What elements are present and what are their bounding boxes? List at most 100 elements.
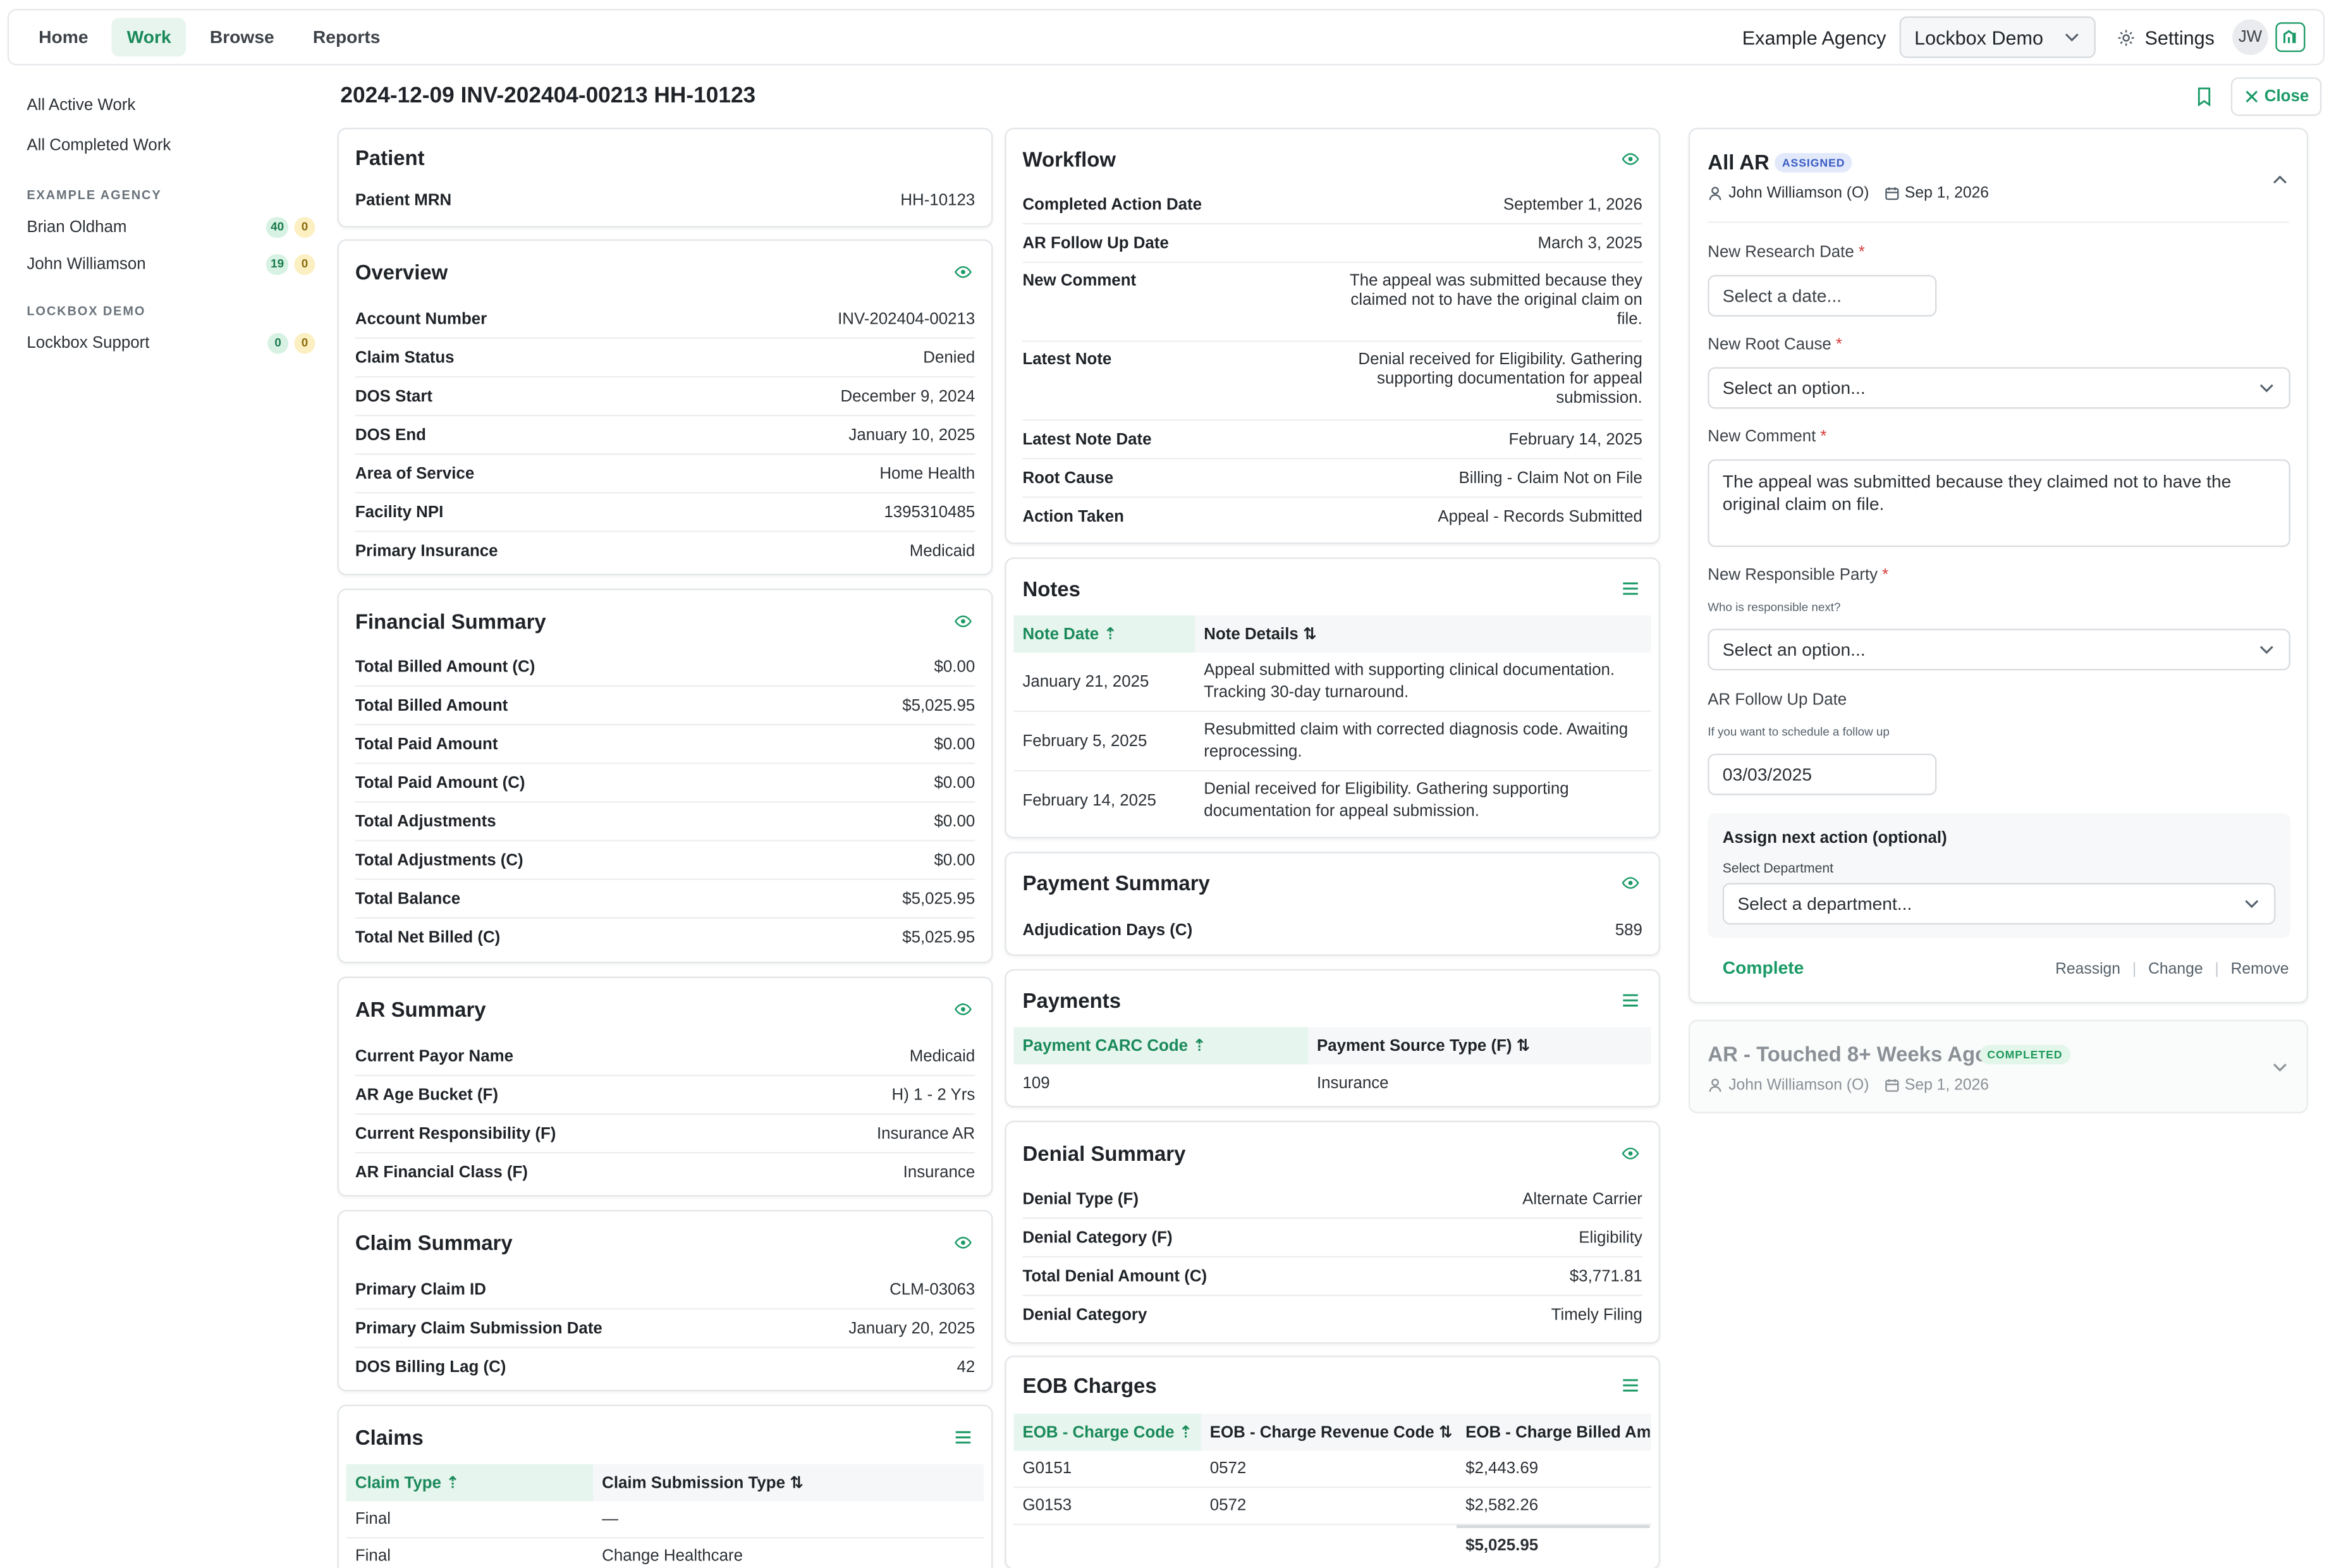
table-row[interactable]: January 21, 2025 Appeal submitted with s… [1013,652,1651,713]
field-value: Insurance [903,1163,975,1182]
eye-icon[interactable] [954,1235,972,1251]
field-value: Appeal - Records Submitted [1438,508,1642,527]
close-button[interactable]: Close [2230,77,2322,116]
nav-tab-home[interactable]: Home [24,18,103,56]
field-label: Total Adjustments [355,812,496,831]
eye-icon[interactable] [1622,1146,1639,1161]
sort-asc-icon: ⇡ [1103,625,1118,644]
field-row: DOS Start December 9, 2024 [355,377,975,417]
table-row[interactable]: G0151 0572 $2,443.69 [1013,1451,1651,1488]
root-cause-select[interactable]: Select an option... [1708,367,2290,409]
org-select[interactable]: Lockbox Demo [1899,16,2096,58]
field-value: The appeal was submitted because they cl… [1349,272,1642,329]
table-row[interactable]: 109 Insurance [1013,1064,1651,1101]
column-header-charge-code[interactable]: EOB - Charge Code ⇡ [1013,1413,1201,1451]
nav-tab-browse[interactable]: Browse [195,18,289,56]
change-link[interactable]: Change [2148,960,2203,978]
user-avatar[interactable]: JW [2232,19,2268,55]
table-row[interactable]: February 14, 2025 Denial received for El… [1013,771,1651,831]
settings-button[interactable]: Settings [2117,26,2215,48]
nav-tab-reports[interactable]: Reports [298,18,395,56]
field-row: Adjudication Days (C) 589 [1022,911,1642,950]
app-badge-icon [2283,30,2296,44]
column-header-label: Claim Submission Type [602,1474,785,1492]
claims-card: Claims Claim Type ⇡ Claim Submission Typ… [337,1404,993,1568]
column-header-note-date[interactable]: Note Date ⇡ [1013,615,1195,653]
field-value: $0.00 [934,850,975,869]
chevron-down-icon[interactable] [2271,1058,2289,1076]
column-header-label: Claim Type [355,1474,441,1492]
work-queue-title: All AR [1708,150,1770,175]
active-count-badge: 40 [266,216,289,237]
field-value: INV-202404-00213 [838,310,975,328]
field-value: September 1, 2026 [1503,195,1642,214]
list-icon[interactable] [1622,993,1639,1008]
sidebar-item-john-williamson[interactable]: John Williamson 19 0 [0,245,327,283]
field-row: Total Billed Amount (C) $0.00 [355,648,975,687]
department-select[interactable]: Select a department... [1722,883,2276,925]
field-value: HH-10123 [900,192,975,210]
column-header-note-details[interactable]: Note Details ⇅ [1195,615,1649,652]
divider [1708,221,2289,223]
responsible-party-select[interactable]: Select an option... [1708,628,2290,671]
list-icon[interactable] [1622,581,1639,596]
table-cell: Appeal submitted with supporting clinica… [1204,661,1615,701]
card-title: Patient [355,145,425,170]
column-header-charge-billed-amount[interactable]: EOB - Charge Billed Amc [1457,1414,1650,1451]
eye-icon[interactable] [954,264,972,279]
table-cell: January 21, 2025 [1022,672,1149,691]
sort-icon: ⇅ [790,1474,804,1493]
sidebar-item-lockbox-support[interactable]: Lockbox Support 0 0 [0,324,327,362]
table-header: Note Date ⇡ Note Details ⇅ [1013,615,1651,653]
list-icon[interactable] [1622,1378,1639,1393]
remove-link[interactable]: Remove [2231,960,2289,978]
eye-icon[interactable] [1622,876,1639,891]
research-date-input[interactable]: Select a date... [1708,274,1937,317]
table-row[interactable]: Final — [346,1502,984,1539]
table-cell: Denial received for Eligibility. Gatheri… [1204,780,1569,821]
field-value: Medicaid [909,542,975,561]
sidebar-item-brian-oldham[interactable]: Brian Oldham 40 0 [0,208,327,245]
table-cell: Resubmitted claim with corrected diagnos… [1204,720,1629,761]
eye-icon[interactable] [954,1002,972,1017]
complete-button[interactable]: Complete [1723,957,1804,978]
chevron-up-icon[interactable] [2271,171,2289,188]
sidebar-item-all-active-work[interactable]: All Active Work [0,86,327,126]
reassign-link[interactable]: Reassign [2055,960,2120,978]
chevron-down-icon [2259,646,2273,654]
column-header-charge-revenue-code[interactable]: EOB - Charge Revenue Code ⇅ [1201,1414,1457,1451]
assign-next-action-title: Assign next action (optional) [1722,829,1947,848]
sidebar-item-all-completed-work[interactable]: All Completed Work [0,126,327,166]
field-value: Insurance AR [876,1124,975,1142]
field-row: Total Paid Amount $0.00 [355,725,975,764]
field-row: AR Financial Class (F) Insurance [355,1153,975,1192]
ar-touched-panel[interactable]: AR - Touched 8+ Weeks Ago COMPLETED John… [1688,1019,2309,1113]
column-header-payment-carc-code[interactable]: Payment CARC Code ⇡ [1013,1027,1308,1065]
field-value: Timely Filing [1551,1306,1642,1325]
eye-icon[interactable] [954,614,972,629]
field-label: Denial Category (F) [1022,1228,1173,1247]
table-cell: 109 [1022,1074,1050,1092]
followup-date-input[interactable]: 03/03/2025 [1708,753,1937,795]
card-title: Notes [1022,577,1080,601]
field-value: $0.00 [934,735,975,753]
table-row[interactable]: Final Change Healthcare [346,1538,984,1568]
bookmark-icon[interactable] [2194,86,2215,107]
app-logo-icon[interactable] [2275,22,2306,52]
table-cell: 0572 [1209,1497,1247,1515]
department-placeholder: Select a department... [1737,893,1912,914]
table-cell: $2,443.69 [1465,1459,1539,1478]
field-row: Root Cause Billing - Claim Not on File [1022,459,1642,498]
column-header-payment-source-type[interactable]: Payment Source Type (F) ⇅ [1308,1027,1650,1065]
table-cell: February 5, 2025 [1022,732,1147,750]
eye-icon[interactable] [1622,152,1639,167]
field-value: 1395310485 [884,503,975,522]
field-row: DOS End January 10, 2025 [355,416,975,455]
column-header-claim-type[interactable]: Claim Type ⇡ [346,1464,594,1502]
table-row[interactable]: G0153 0572 $2,582.26 [1013,1488,1651,1526]
comment-textarea[interactable]: The appeal was submitted because they cl… [1708,459,2290,548]
table-row[interactable]: February 5, 2025 Resubmitted claim with … [1013,712,1651,772]
list-icon[interactable] [954,1430,972,1445]
nav-tab-work[interactable]: Work [112,18,186,57]
column-header-claim-submission-type[interactable]: Claim Submission Type ⇅ [593,1464,979,1502]
